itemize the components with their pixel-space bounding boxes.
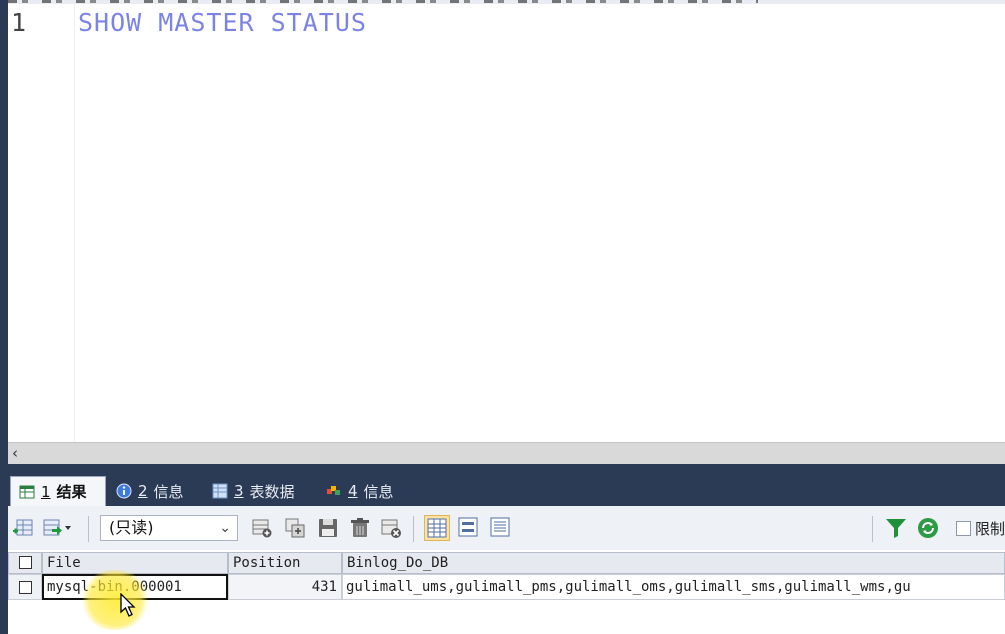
tab-info-2-number: 4 [348,482,358,500]
form-view-button[interactable] [456,515,482,541]
readonly-select-value: (只读) [109,518,154,537]
delete-icon[interactable] [349,517,371,539]
duplicate-row-icon[interactable] [284,517,306,539]
select-all-checkbox[interactable] [19,556,32,569]
column-header-file[interactable]: File [42,552,228,574]
tab-table-data[interactable]: 3 表数据 [204,476,314,506]
tab-result-label: 结果 [56,483,87,501]
tab-info-number: 2 [138,482,148,500]
insert-row-icon[interactable] [12,517,34,539]
cancel-changes-icon[interactable] [380,517,402,539]
tab-info[interactable]: 2 信息 [108,476,200,506]
info-icon [116,483,132,499]
tab-info-2[interactable]: 4 信息 [318,476,412,506]
readonly-select[interactable]: (只读) ⌄ [100,515,238,541]
tab-info-2-label: 信息 [363,482,394,501]
toolbar-separator [88,516,89,542]
line-number-gutter: 1 [8,4,75,442]
form-view-icon [458,517,478,537]
results-tab-bar: 1 结果 2 信息 3 表数据 4 信息 [8,474,1005,506]
add-row-icon[interactable] [251,517,273,539]
tab-result[interactable]: 1 结果 [10,476,106,506]
cell-file[interactable]: mysql-bin.000001 [42,574,228,600]
panel-splitter[interactable] [8,464,1005,474]
cell-binlog-do-db[interactable]: gulimall_ums,gulimall_pms,gulimall_oms,g… [342,574,1005,600]
refresh-icon[interactable] [917,517,939,539]
sql-query-text[interactable]: SHOW MASTER STATUS [78,8,367,37]
results-grid[interactable]: File Position Binlog_Do_DB mysql-bin.000… [8,550,1005,634]
toolbar-separator [413,516,414,542]
column-header-binlog-do-db[interactable]: Binlog_Do_DB [342,552,1005,574]
info-color-icon [327,486,340,495]
row-checkbox[interactable] [19,581,32,594]
tab-table-data-number: 3 [234,482,244,500]
tab-info-label: 信息 [153,482,184,501]
export-dropdown-icon[interactable] [42,517,72,539]
clipped-text-fragment [8,0,758,3]
chevron-down-icon: ⌄ [219,520,231,536]
grid-view-icon [427,518,447,538]
line-number: 1 [11,8,27,37]
left-window-edge [0,0,8,634]
select-all-header[interactable] [8,552,42,574]
filter-icon[interactable] [885,517,907,539]
column-header-position[interactable]: Position [228,552,342,574]
grid-view-button[interactable] [424,515,450,541]
editor-horizontal-scrollbar[interactable]: ‹ [8,442,1005,465]
scroll-left-icon[interactable]: ‹ [12,444,18,462]
limit-rows-control[interactable]: 限制 [956,518,1005,539]
text-view-button[interactable] [488,515,514,541]
result-grid-icon [19,485,35,498]
save-icon[interactable] [317,517,339,539]
text-view-icon [490,517,510,537]
table-data-icon [212,483,228,499]
row-selector[interactable] [8,574,42,600]
tab-table-data-label: 表数据 [249,482,295,501]
sql-editor[interactable]: 1 SHOW MASTER STATUS [8,4,1005,442]
tab-result-number: 1 [41,482,51,501]
toolbar-separator [872,516,873,542]
limit-checkbox[interactable] [956,521,971,536]
cell-position[interactable]: 431 [228,574,342,600]
results-toolbar: (只读) ⌄ 限制 [8,506,1005,551]
limit-label: 限制 [975,520,1005,538]
